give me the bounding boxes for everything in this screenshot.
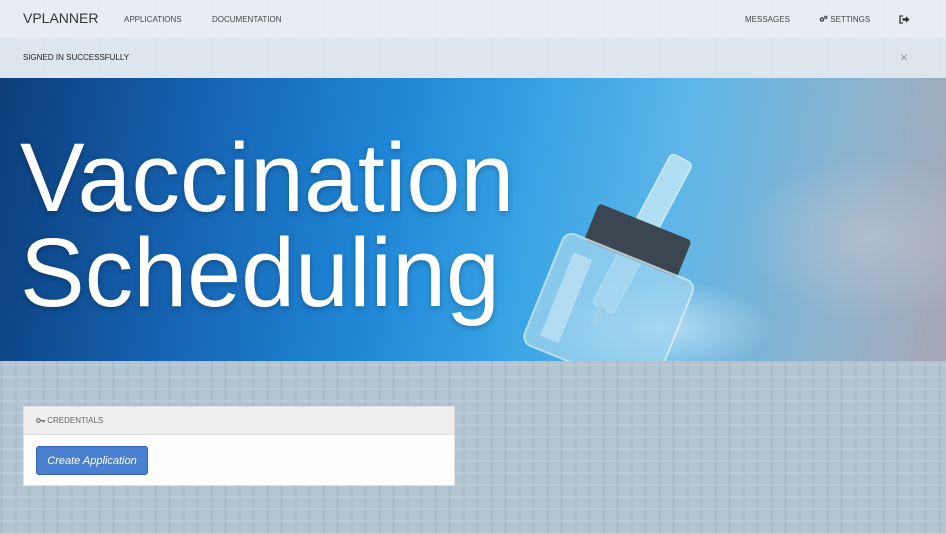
hero-title: Vaccination Scheduling: [20, 129, 514, 321]
panel-heading: CREDENTIALS: [24, 407, 454, 435]
credentials-panel: CREDENTIALS Create Application: [23, 406, 455, 486]
key-icon: [36, 418, 45, 423]
nav-settings[interactable]: SETTINGS: [819, 15, 870, 24]
nav-applications[interactable]: APPLICATIONS: [124, 15, 182, 24]
nav-documentation[interactable]: DOCUMENTATION: [212, 15, 281, 24]
top-navbar: VPLANNER APPLICATIONS DOCUMENTATION MESS…: [0, 0, 946, 38]
gears-icon: [819, 15, 828, 22]
close-icon[interactable]: ×: [900, 49, 908, 65]
success-alert: SIGNED IN SUCCESSFULLY ×: [0, 38, 946, 78]
sign-out-icon: [899, 15, 910, 24]
create-application-button[interactable]: Create Application: [36, 446, 148, 475]
hero-title-line1: Vaccination: [20, 123, 515, 232]
logout-button[interactable]: [899, 15, 910, 25]
hero-title-line2: Scheduling: [20, 218, 500, 327]
panel-heading-label: CREDENTIALS: [47, 416, 104, 425]
brand-logo[interactable]: VPLANNER: [23, 10, 98, 26]
nav-messages[interactable]: MESSAGES: [745, 15, 790, 24]
alert-message: SIGNED IN SUCCESSFULLY: [23, 53, 130, 62]
nav-settings-label: SETTINGS: [830, 15, 871, 24]
hero-banner: Vaccination Scheduling: [0, 78, 946, 361]
